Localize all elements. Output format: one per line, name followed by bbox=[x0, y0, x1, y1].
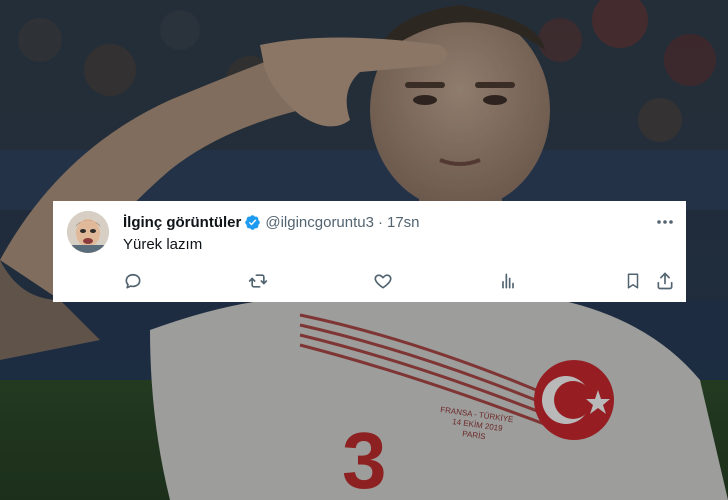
bookmark-button[interactable] bbox=[622, 270, 644, 292]
bookmark-icon bbox=[624, 271, 642, 291]
reply-icon bbox=[123, 271, 143, 291]
more-options-button[interactable] bbox=[654, 212, 676, 232]
more-options-icon bbox=[656, 219, 674, 225]
verified-badge-icon bbox=[244, 214, 261, 231]
share-icon bbox=[655, 271, 675, 291]
tweet-card[interactable]: İlginç görüntüler @ilgincgoruntu3 · 17sn… bbox=[53, 201, 686, 302]
heart-icon bbox=[373, 271, 393, 291]
display-name[interactable]: İlginç görüntüler bbox=[123, 214, 241, 231]
views-icon bbox=[498, 271, 518, 291]
reply-button[interactable] bbox=[122, 270, 144, 292]
tweet-text: Yürek lazım bbox=[123, 236, 203, 253]
retweet-button[interactable] bbox=[247, 270, 269, 292]
tweet-header: İlginç görüntüler @ilgincgoruntu3 · 17sn bbox=[123, 212, 420, 232]
timestamp[interactable]: 17sn bbox=[387, 214, 420, 231]
user-handle[interactable]: @ilgincgoruntu3 bbox=[265, 214, 374, 231]
like-button[interactable] bbox=[372, 270, 394, 292]
separator-dot: · bbox=[377, 213, 383, 231]
tweet-actions bbox=[53, 268, 686, 294]
avatar[interactable] bbox=[67, 211, 109, 253]
share-button[interactable] bbox=[654, 270, 676, 292]
views-button[interactable] bbox=[497, 270, 519, 292]
retweet-icon bbox=[247, 271, 269, 291]
